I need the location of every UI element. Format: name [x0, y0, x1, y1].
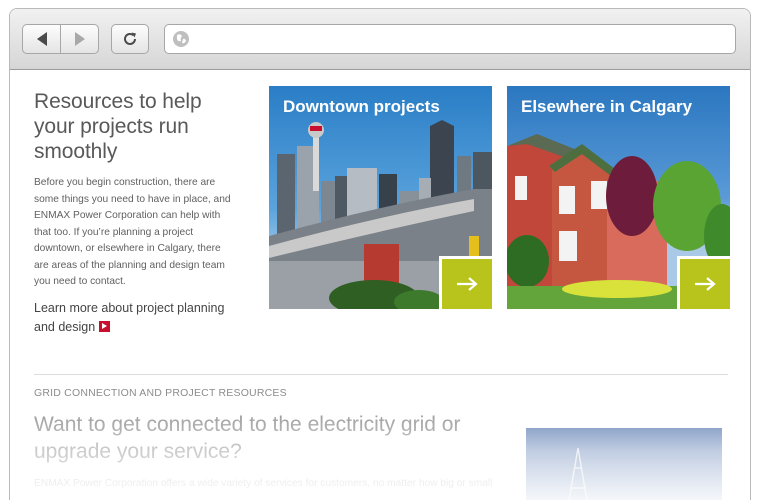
- reload-icon: [124, 32, 136, 45]
- arrow-right-icon: [695, 277, 716, 291]
- elsewhere-card-title: Elsewhere in Calgary: [521, 97, 693, 116]
- forward-arrow-icon: [74, 32, 85, 46]
- downtown-card-title: Downtown projects: [283, 97, 440, 116]
- downtown-go-button[interactable]: [439, 256, 492, 309]
- grid-section-body: ENMAX Power Corporation offers a wide va…: [34, 478, 493, 489]
- history-nav: [22, 24, 99, 54]
- red-arrow-icon: [99, 320, 111, 332]
- page-content: Resources to help your projects run smoo…: [10, 71, 750, 500]
- power-tower-graphic: [568, 447, 588, 500]
- forward-button[interactable]: [60, 25, 98, 53]
- back-arrow-icon: [36, 32, 47, 46]
- section-divider: [34, 374, 728, 375]
- globe-icon: [173, 31, 189, 47]
- browser-toolbar: [10, 9, 750, 70]
- elsewhere-go-button[interactable]: [677, 256, 730, 309]
- downtown-projects-card[interactable]: Downtown projects: [269, 86, 492, 309]
- planning-link[interactable]: Learn more about project planning and de…: [34, 299, 234, 337]
- grid-section-heading: Want to get connected to the electricity…: [34, 413, 461, 463]
- intro-body: Before you begin construction, there are…: [34, 177, 231, 287]
- grid-section-label: GRID CONNECTION AND PROJECT RESOURCES: [34, 387, 287, 399]
- planning-link-label: Learn more about project planning and de…: [34, 300, 225, 334]
- elsewhere-calgary-card[interactable]: Elsewhere in Calgary: [507, 86, 730, 309]
- intro-section: Resources to help your projects run smoo…: [34, 89, 234, 337]
- browser-window: Resources to help your projects run smoo…: [9, 8, 751, 500]
- power-lines-image: [526, 428, 722, 500]
- address-bar[interactable]: [164, 24, 736, 54]
- intro-heading: Resources to help your projects run smoo…: [34, 90, 202, 163]
- reload-button[interactable]: [111, 24, 149, 54]
- arrow-right-icon: [457, 277, 478, 291]
- back-button[interactable]: [23, 25, 60, 53]
